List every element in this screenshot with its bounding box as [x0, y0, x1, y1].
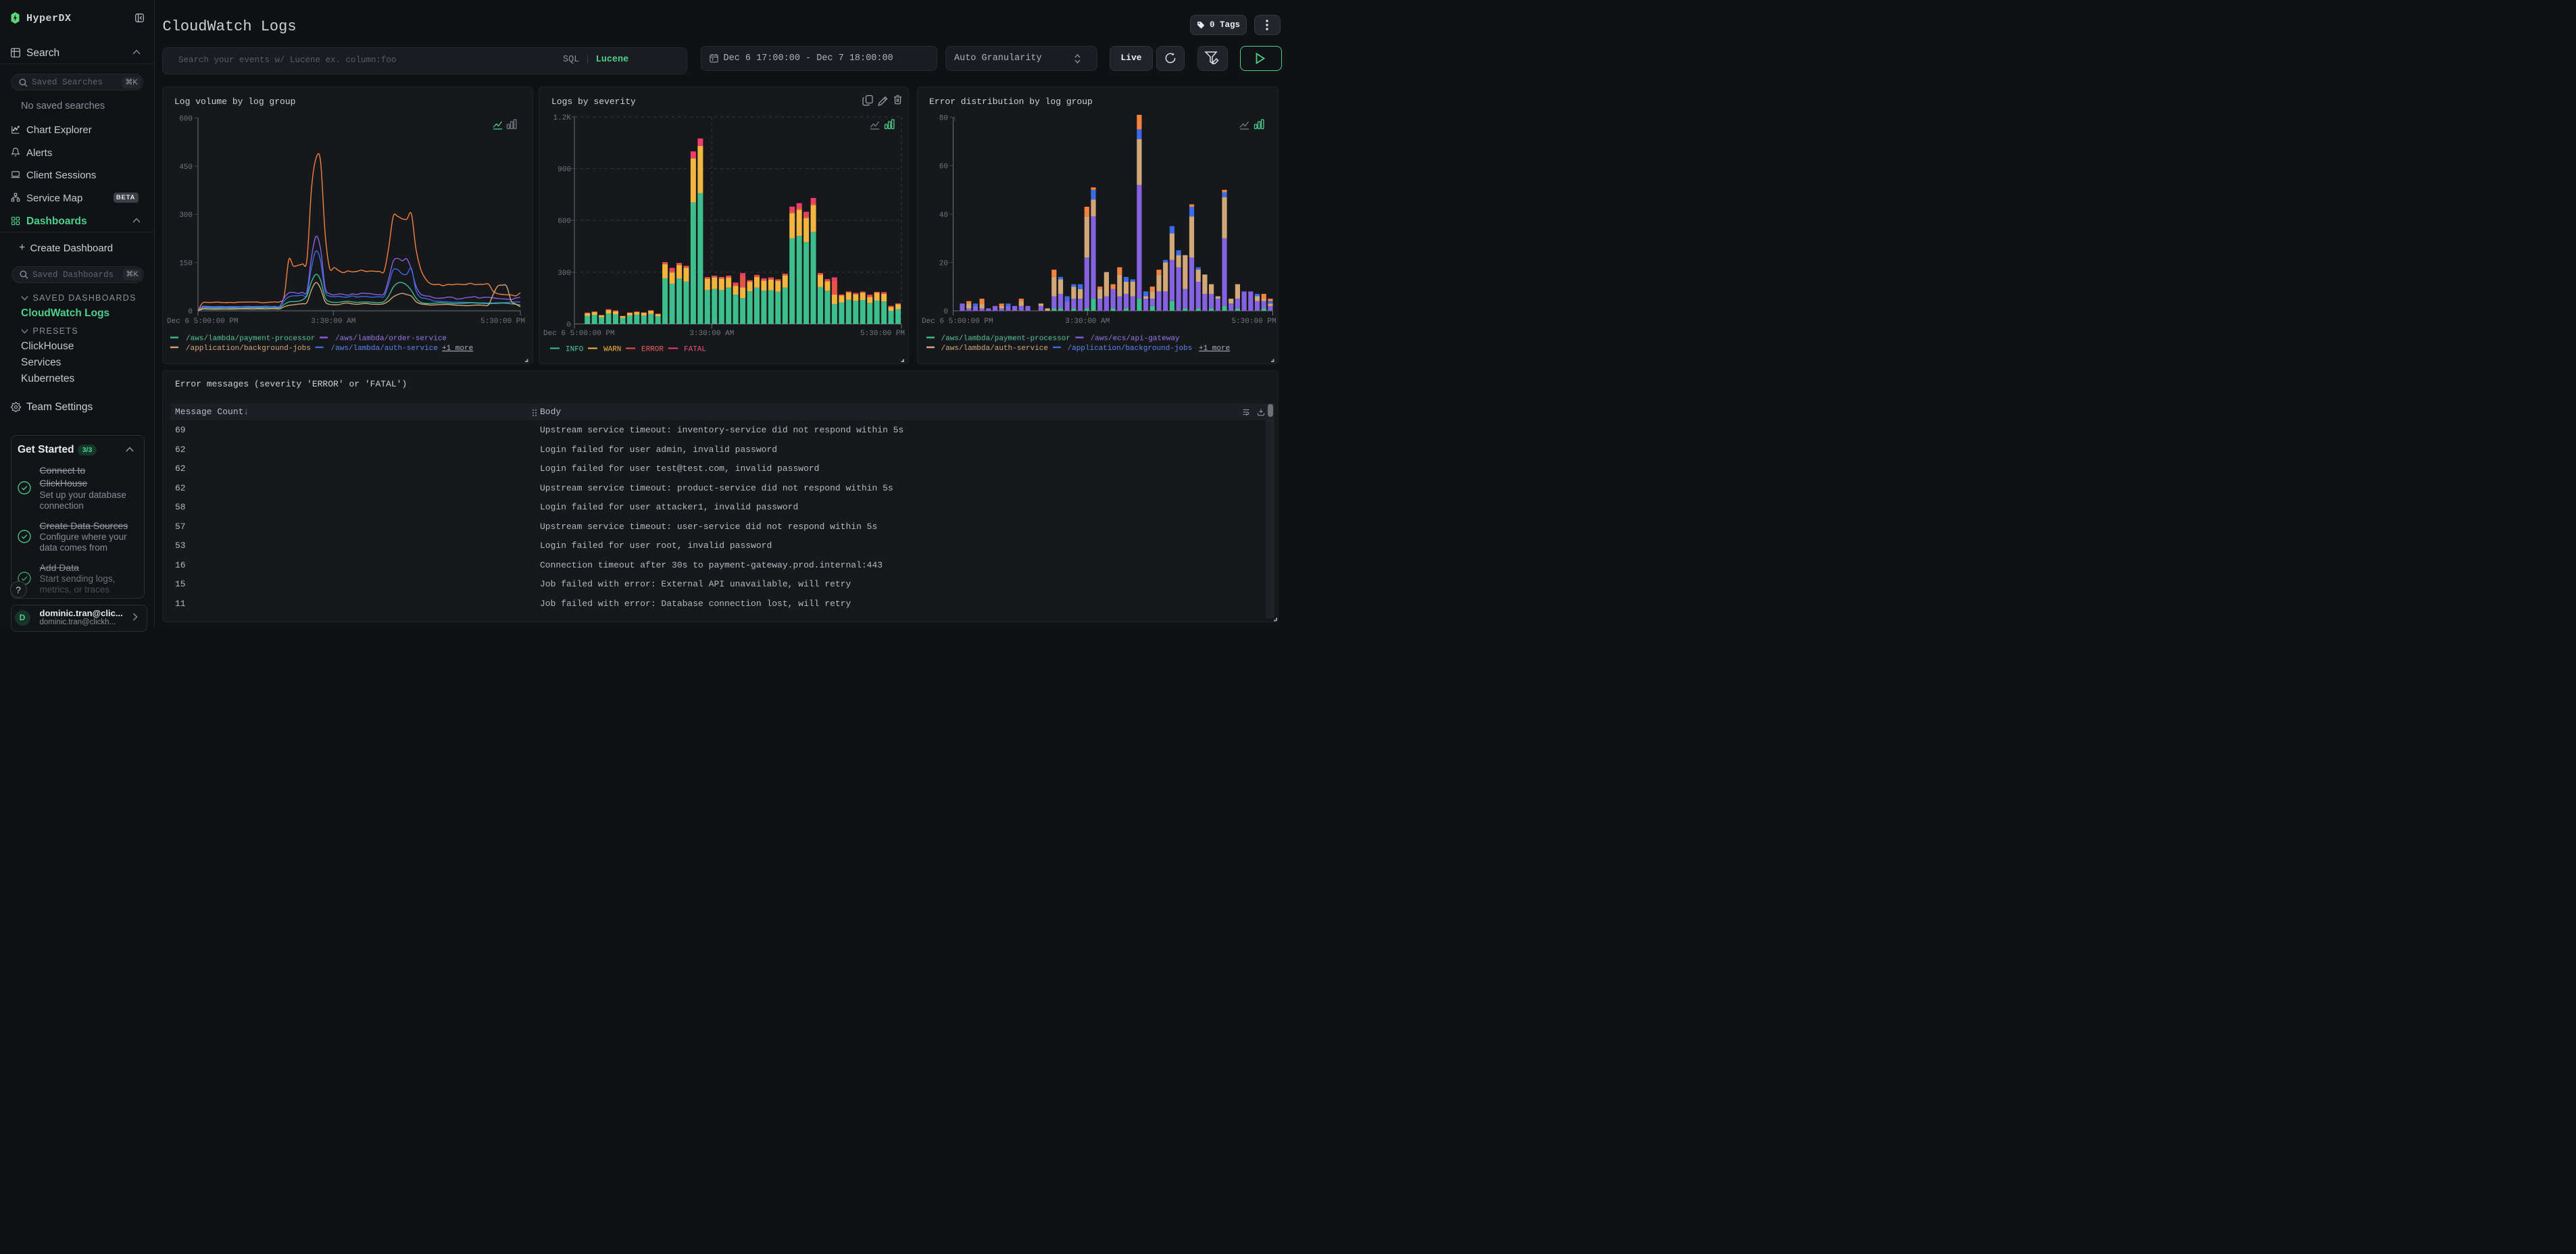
svg-text:Dec 6 5:00:00 PM: Dec 6 5:00:00 PM	[543, 330, 615, 338]
svg-text:/application/background-jobs: /application/background-jobs	[1067, 345, 1192, 353]
svg-text:3:30:00 AM: 3:30:00 AM	[689, 330, 734, 338]
svg-text:60: 60	[939, 163, 947, 171]
svg-text:Dec 6 5:00:00 PM: Dec 6 5:00:00 PM	[167, 318, 239, 326]
svg-text:3:30:00 AM: 3:30:00 AM	[311, 318, 355, 326]
svg-text:FATAL: FATAL	[684, 346, 706, 354]
svg-text:0: 0	[188, 308, 193, 316]
svg-text:+1 more: +1 more	[1199, 345, 1230, 353]
svg-text:Log volume by log group: Log volume by log group	[174, 97, 295, 107]
svg-text:5:30:00 PM: 5:30:00 PM	[480, 318, 525, 326]
svg-text:WARN: WARN	[603, 346, 621, 354]
svg-text:80: 80	[939, 115, 947, 123]
svg-text:300: 300	[558, 270, 571, 278]
svg-text:Dec 6 5:00:00 PM: Dec 6 5:00:00 PM	[922, 318, 993, 326]
svg-text:Error distribution by log grou: Error distribution by log group	[929, 97, 1093, 107]
svg-text:/aws/ecs/api-gateway: /aws/ecs/api-gateway	[1090, 335, 1179, 343]
svg-text:5:30:00 PM: 5:30:00 PM	[860, 330, 905, 338]
svg-text:/aws/lambda/payment-processor: /aws/lambda/payment-processor	[941, 335, 1070, 343]
svg-text:0: 0	[566, 322, 571, 330]
svg-text:0: 0	[943, 308, 948, 316]
svg-text:+1 more: +1 more	[442, 345, 473, 353]
svg-text:150: 150	[179, 260, 193, 268]
svg-text:600: 600	[179, 116, 193, 124]
svg-text:ERROR: ERROR	[641, 346, 664, 354]
svg-text:/aws/lambda/payment-processor: /aws/lambda/payment-processor	[186, 335, 315, 343]
svg-text:1.2K: 1.2K	[553, 114, 572, 122]
svg-text:450: 450	[179, 164, 193, 172]
svg-text:INFO: INFO	[566, 346, 584, 354]
svg-text:5:30:00 PM: 5:30:00 PM	[1231, 318, 1276, 326]
svg-text:300: 300	[179, 211, 193, 220]
svg-text:40: 40	[939, 211, 947, 220]
svg-text:/aws/lambda/auth-service: /aws/lambda/auth-service	[331, 345, 438, 353]
svg-text:/aws/lambda/order-service: /aws/lambda/order-service	[335, 335, 447, 343]
svg-text:20: 20	[939, 259, 947, 268]
svg-text:900: 900	[558, 166, 571, 174]
svg-text:Logs by severity: Logs by severity	[551, 97, 636, 107]
svg-text:600: 600	[558, 218, 571, 226]
svg-text:/aws/lambda/auth-service: /aws/lambda/auth-service	[941, 345, 1047, 353]
svg-text:/application/background-jobs: /application/background-jobs	[186, 345, 311, 353]
svg-text:3:30:00 AM: 3:30:00 AM	[1065, 318, 1110, 326]
